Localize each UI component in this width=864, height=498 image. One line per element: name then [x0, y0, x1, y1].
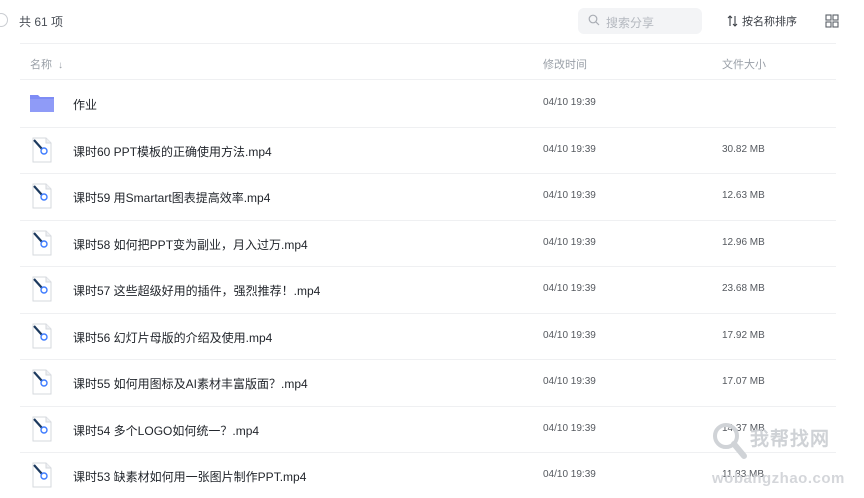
- video-file-icon: [32, 462, 52, 488]
- watermark-url: wobangzhao.com: [712, 470, 845, 487]
- file-name[interactable]: 作业: [73, 96, 97, 113]
- sort-label: 按名称排序: [742, 16, 797, 28]
- file-name[interactable]: 课时56 幻灯片母版的介绍及使用.mp4: [73, 329, 272, 346]
- file-size: 12.96 MB: [722, 236, 765, 248]
- column-modified-header[interactable]: 修改时间: [543, 56, 587, 72]
- file-size: 17.92 MB: [722, 329, 765, 341]
- file-name[interactable]: 课时58 如何把PPT变为副业，月入过万.mp4: [73, 236, 308, 253]
- column-name-header[interactable]: 名称 ↓: [30, 56, 63, 72]
- video-file-icon: [32, 323, 52, 348]
- file-row[interactable]: 作业 04/10 19:39: [0, 80, 864, 126]
- video-file-icon: [32, 369, 52, 395]
- file-row[interactable]: 课时59 用Smartart图表提高效率.mp4 04/10 19:39 12.63…: [0, 173, 864, 219]
- folder-icon: [30, 95, 54, 112]
- file-size: 30.82 MB: [722, 143, 765, 155]
- grid-view-icon[interactable]: [825, 14, 839, 28]
- file-modified-time: 04/10 19:39: [543, 190, 596, 201]
- watermark: 我帮找网 wobangzhao.com: [708, 416, 864, 494]
- file-modified-time: 04/10 19:39: [543, 376, 596, 387]
- sort-down-icon: ↓: [58, 60, 63, 71]
- select-all-checkbox[interactable]: [0, 13, 8, 27]
- file-row[interactable]: 课时57 这些超级好用的插件，强烈推荐！.mp4 04/10 19:39 23.68…: [0, 266, 864, 312]
- video-file-icon: [32, 416, 52, 441]
- file-modified-time: 04/10 19:39: [543, 329, 596, 341]
- file-modified-time: 04/10 19:39: [543, 97, 596, 108]
- file-name[interactable]: 课时53 缺素材如何用一张图片制作PPT.mp4: [73, 468, 306, 485]
- sort-icon: [727, 15, 738, 27]
- column-header: 名称 ↓ 修改时间 文件大小: [0, 44, 864, 80]
- file-size: 23.68 MB: [722, 283, 765, 294]
- watermark-text: 我帮找网: [750, 429, 831, 450]
- file-modified-time: 04/10 19:39: [543, 143, 596, 155]
- video-file-icon: [32, 183, 52, 209]
- file-row[interactable]: 课时58 如何把PPT变为副业，月入过万.mp4 04/10 19:39 12.96…: [0, 220, 864, 266]
- file-size: 12.63 MB: [722, 190, 765, 201]
- file-name[interactable]: 课时60 PPT模板的正确使用方法.mp4: [73, 143, 272, 160]
- video-file-icon: [32, 137, 52, 162]
- file-name[interactable]: 课时55 如何用图标及AI素材丰富版面？.mp4: [73, 375, 308, 392]
- search-input[interactable]: 搜索分享: [578, 8, 702, 34]
- search-icon: [588, 14, 600, 26]
- video-file-icon: [32, 230, 52, 255]
- file-modified-time: 04/10 19:39: [543, 283, 596, 294]
- toolbar: 共 61 项 搜索分享 按名称排序: [0, 0, 864, 42]
- file-size: 17.07 MB: [722, 376, 765, 387]
- column-name-label: 名称: [30, 59, 52, 71]
- file-row[interactable]: 课时60 PPT模板的正确使用方法.mp4 04/10 19:39 30.82 MB: [0, 127, 864, 173]
- magnifier-logo-icon: [713, 423, 747, 459]
- item-count: 共 61 项: [19, 15, 64, 29]
- file-modified-time: 04/10 19:39: [543, 469, 596, 480]
- file-name[interactable]: 课时59 用Smartart图表提高效率.mp4: [73, 189, 270, 206]
- file-name[interactable]: 课时54 多个LOGO如何统一？.mp4: [73, 422, 259, 439]
- file-modified-time: 04/10 19:39: [543, 422, 596, 434]
- file-row[interactable]: 课时56 幻灯片母版的介绍及使用.mp4 04/10 19:39 17.92 MB: [0, 313, 864, 359]
- video-file-icon: [32, 276, 52, 302]
- file-row[interactable]: 课时55 如何用图标及AI素材丰富版面？.mp4 04/10 19:39 17.07…: [0, 359, 864, 405]
- file-modified-time: 04/10 19:39: [543, 236, 596, 248]
- sort-button[interactable]: 按名称排序: [727, 13, 797, 29]
- column-size-header[interactable]: 文件大小: [722, 56, 766, 72]
- search-placeholder: 搜索分享: [606, 16, 655, 30]
- file-name[interactable]: 课时57 这些超级好用的插件，强烈推荐！.mp4: [73, 282, 320, 299]
